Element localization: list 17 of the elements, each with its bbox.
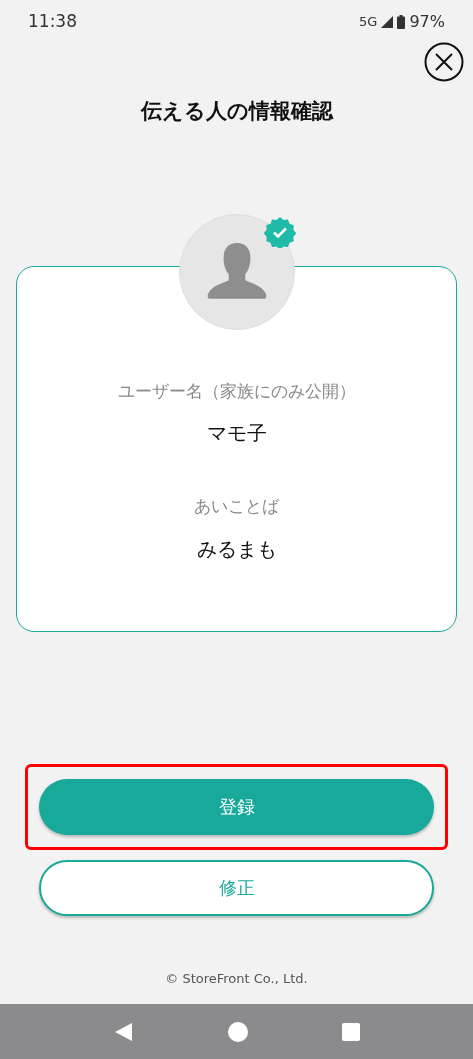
back-icon[interactable] [113,1021,134,1042]
edit-button[interactable]: 修正 [39,859,434,916]
recents-icon[interactable] [341,1022,360,1041]
field-value: マモ子 [206,420,267,447]
battery-icon [397,15,406,29]
register-button[interactable]: 登録 [39,778,434,835]
battery-level: 97% [409,11,445,33]
home-icon[interactable] [227,1021,248,1042]
field-value: みるまも [196,535,277,563]
network-label: 5G [359,13,378,32]
copyright-text: © StoreFront Co., Ltd. [165,969,308,988]
status-time: 11:38 [28,10,77,34]
signal-icon [381,16,394,28]
field-label: あいことば [194,495,279,518]
field-label: ユーザー名（家族にのみ公開） [117,379,356,403]
page-title: 伝える人の情報確認 [139,98,335,125]
close-button[interactable] [424,42,464,82]
